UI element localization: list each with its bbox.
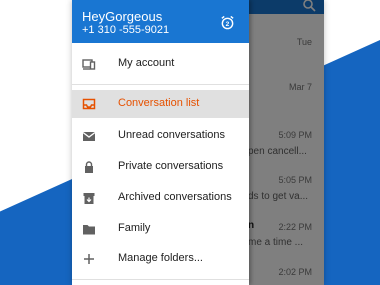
menu-divider [72,84,249,85]
alarm-icon[interactable]: 2 [220,15,235,30]
menu-divider [72,279,249,280]
svg-text:2: 2 [226,21,230,28]
menu-item-manage-folders[interactable]: Manage folders... [72,245,249,273]
menu-item-label: Unread conversations [118,129,226,141]
menu-item-private-conversations[interactable]: Private conversations [72,153,249,181]
menu-item-label: Family [118,222,151,234]
menu-item-label: My account [118,57,175,69]
menu-item-conversation-list[interactable]: Conversation list [72,90,249,118]
menu-item-unread-conversations[interactable]: Unread conversations [72,122,249,150]
menu-item-family[interactable]: Family [72,215,249,243]
inbox-icon [82,98,96,110]
drawer-header: HeyGorgeous +1 310 -555-9021 2 [72,0,249,43]
navigation-drawer: HeyGorgeous +1 310 -555-9021 2 My accoun… [72,0,249,285]
plus-icon [84,254,94,264]
menu-item-archived-conversations[interactable]: Archived conversations [72,184,249,212]
menu-item-label: Manage folders... [118,252,203,264]
menu-item-label: Private conversations [118,160,224,172]
lock-icon [85,161,93,173]
account-name: HeyGorgeous [82,9,163,24]
mail-icon [82,131,96,141]
menu-item-my-account[interactable]: My account [72,50,249,78]
account-phone: +1 310 -555-9021 [82,24,170,36]
devices-icon [82,59,96,70]
menu-item-label: Conversation list [118,97,200,109]
folder-icon [83,225,95,235]
menu-item-label: Archived conversations [118,191,232,203]
phone-screen: Tue Mar 7 5:09 PM pen cancell... 5:05 PM… [72,0,324,285]
archive-icon [83,193,95,204]
